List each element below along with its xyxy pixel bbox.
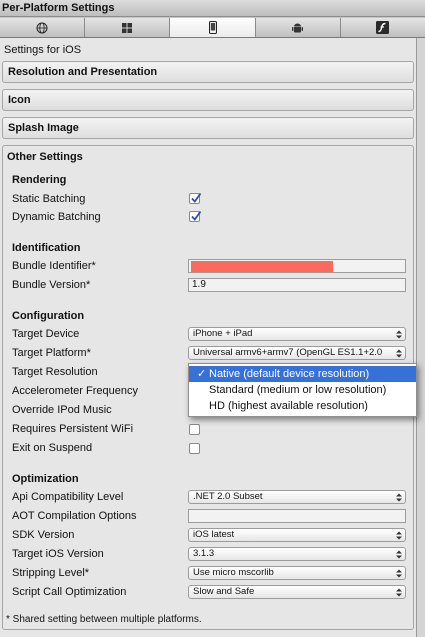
checkmark-icon: ✓ bbox=[197, 368, 207, 380]
section-icon[interactable]: Icon bbox=[2, 89, 414, 111]
updown-arrows-icon bbox=[396, 550, 402, 559]
platform-header: Settings for iOS bbox=[4, 44, 82, 56]
accelerometer-frequency-label: Accelerometer Frequency bbox=[12, 385, 138, 397]
bundle-version-field[interactable]: 1.9 bbox=[188, 278, 406, 292]
shared-setting-note: * Shared setting between multiple platfo… bbox=[6, 614, 202, 625]
bundle-identifier-field[interactable] bbox=[188, 259, 406, 273]
updown-arrows-icon bbox=[396, 493, 402, 502]
optimization-title: Optimization bbox=[12, 473, 79, 485]
target-platform-popup[interactable]: Universal armv6+armv7 (OpenGL ES1.1+2.0 bbox=[188, 346, 406, 360]
standalone-icon bbox=[122, 22, 133, 33]
stripping-level-value: Use micro mscorlib bbox=[193, 567, 274, 578]
resolution-option-label: HD (highest available resolution) bbox=[209, 400, 368, 412]
window-title: Per-Platform Settings bbox=[0, 0, 425, 17]
iphone-icon bbox=[208, 21, 217, 34]
target-device-popup[interactable]: iPhone + iPad bbox=[188, 327, 406, 341]
section-splash[interactable]: Splash Image bbox=[2, 117, 414, 139]
api-compat-label: Api Compatibility Level bbox=[12, 491, 124, 503]
checkmark-icon bbox=[191, 192, 202, 203]
tab-flash[interactable] bbox=[340, 18, 425, 37]
platform-tabs bbox=[0, 18, 425, 38]
script-call-popup[interactable]: Slow and Safe bbox=[188, 585, 406, 599]
resolution-option-native[interactable]: ✓ Native (default device resolution) bbox=[189, 366, 416, 382]
identification-title: Identification bbox=[12, 242, 81, 254]
updown-arrows-icon bbox=[396, 588, 402, 597]
persistent-wifi-label: Requires Persistent WiFi bbox=[12, 423, 134, 435]
api-compat-value: .NET 2.0 Subset bbox=[193, 491, 263, 502]
checkmark-icon bbox=[191, 210, 202, 221]
target-platform-value: Universal armv6+armv7 (OpenGL ES1.1+2.0 bbox=[193, 347, 383, 358]
target-device-value: iPhone + iPad bbox=[193, 328, 253, 339]
updown-arrows-icon bbox=[396, 569, 402, 578]
dynamic-batching-label: Dynamic Batching bbox=[12, 211, 101, 223]
exit-on-suspend-label: Exit on Suspend bbox=[12, 442, 93, 454]
sdk-version-popup[interactable]: iOS latest bbox=[188, 528, 406, 542]
section-resolution[interactable]: Resolution and Presentation bbox=[2, 61, 414, 83]
updown-arrows-icon bbox=[396, 330, 402, 339]
scrollbar[interactable] bbox=[417, 38, 425, 637]
updown-arrows-icon bbox=[396, 349, 402, 358]
target-platform-label: Target Platform* bbox=[12, 347, 91, 359]
resolution-option-label: Standard (medium or low resolution) bbox=[209, 384, 387, 396]
target-ios-value: 3.1.3 bbox=[193, 548, 215, 559]
persistent-wifi-checkbox[interactable] bbox=[189, 424, 200, 435]
static-batching-label: Static Batching bbox=[12, 193, 86, 205]
tab-android[interactable] bbox=[255, 18, 341, 37]
stripping-level-popup[interactable]: Use micro mscorlib bbox=[188, 566, 406, 580]
resolution-option-label: Native (default device resolution) bbox=[209, 368, 370, 380]
static-batching-checkbox[interactable] bbox=[189, 192, 202, 204]
target-resolution-label: Target Resolution bbox=[12, 366, 98, 378]
tab-ios[interactable] bbox=[170, 18, 256, 37]
tab-web[interactable] bbox=[0, 18, 86, 37]
bundle-version-label: Bundle Version* bbox=[12, 279, 91, 291]
stripping-level-label: Stripping Level* bbox=[12, 567, 90, 579]
bundle-identifier-label: Bundle Identifier* bbox=[12, 260, 96, 272]
aot-options-label: AOT Compilation Options bbox=[12, 510, 137, 522]
sdk-version-label: SDK Version bbox=[12, 529, 75, 541]
script-call-label: Script Call Optimization bbox=[12, 586, 127, 598]
sdk-version-value: iOS latest bbox=[193, 529, 235, 540]
tab-standalone[interactable] bbox=[85, 18, 171, 37]
flash-icon bbox=[376, 21, 390, 34]
android-icon bbox=[292, 23, 304, 32]
rendering-title: Rendering bbox=[12, 174, 67, 186]
target-resolution-menu: ✓ Native (default device resolution) Sta… bbox=[188, 363, 417, 417]
resolution-option-hd[interactable]: HD (highest available resolution) bbox=[189, 398, 416, 414]
globe-icon bbox=[36, 22, 48, 33]
target-ios-popup[interactable]: 3.1.3 bbox=[188, 547, 406, 561]
resolution-option-standard[interactable]: Standard (medium or low resolution) bbox=[189, 382, 416, 398]
api-compat-popup[interactable]: .NET 2.0 Subset bbox=[188, 490, 406, 504]
target-device-label: Target Device bbox=[12, 328, 80, 340]
override-ipod-label: Override IPod Music bbox=[12, 404, 112, 416]
script-call-value: Slow and Safe bbox=[193, 586, 255, 597]
target-ios-label: Target iOS Version bbox=[12, 548, 104, 560]
other-settings-title[interactable]: Other Settings bbox=[7, 151, 83, 163]
configuration-title: Configuration bbox=[12, 310, 85, 322]
aot-options-field[interactable] bbox=[188, 509, 406, 523]
exit-on-suspend-checkbox[interactable] bbox=[189, 443, 200, 454]
dynamic-batching-checkbox[interactable] bbox=[189, 210, 202, 222]
redacted-value bbox=[191, 261, 333, 272]
updown-arrows-icon bbox=[396, 531, 402, 540]
